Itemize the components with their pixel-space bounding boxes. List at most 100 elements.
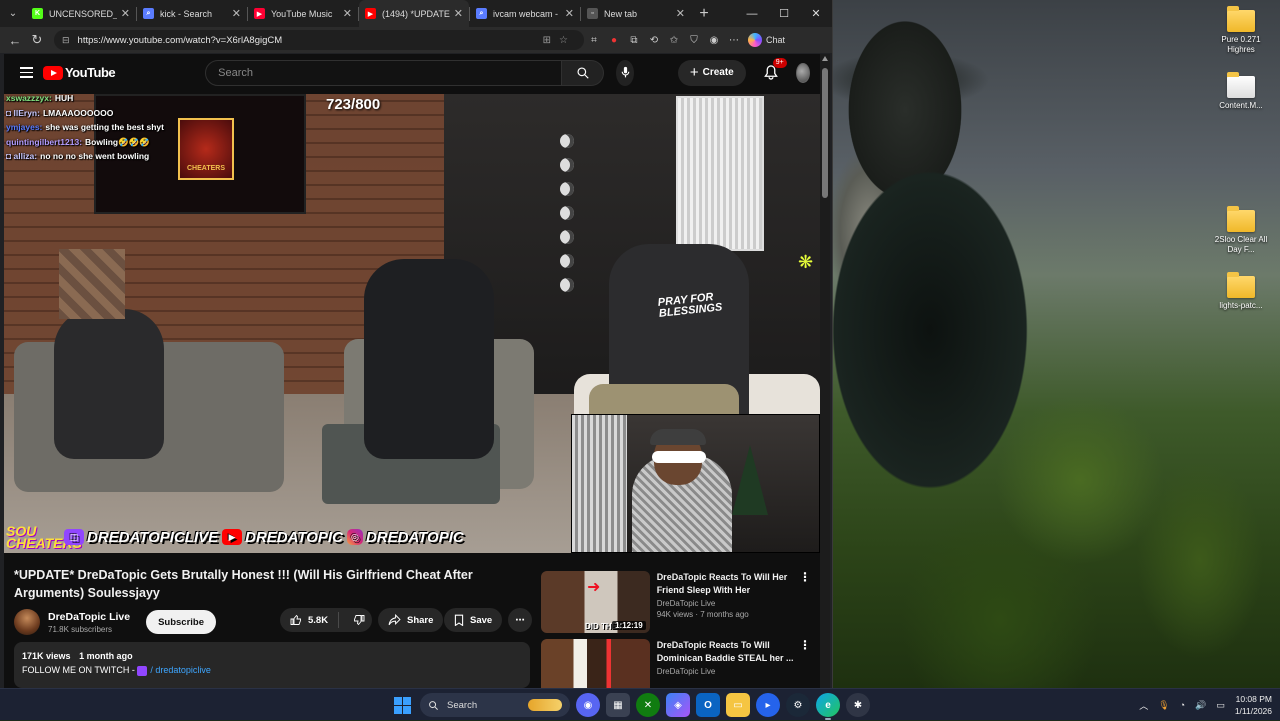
browser-tab[interactable]: ⌕ ivcam webcam - Sea ✕ [470,0,580,27]
favorites-icon[interactable]: ✩ [664,30,684,50]
chat-message: ◘ llEryn: LMAAAOOOOOO [6,106,166,121]
browser-tab[interactable]: ▶ YouTube Music ✕ [248,0,358,27]
maximize-icon[interactable]: ☐ [768,0,800,27]
collections-icon[interactable]: ⟲ [644,30,664,50]
tab-close-icon[interactable]: ✕ [565,7,574,20]
browser-tab[interactable]: ⌕ kick - Search ✕ [137,0,247,27]
taskbar-search[interactable]: Search [420,693,570,717]
tab-close-icon[interactable]: ✕ [343,7,352,20]
tab-close-icon[interactable]: ✕ [121,7,130,20]
page-scrollbar[interactable] [820,54,830,688]
back-button[interactable]: ← [4,29,26,51]
clock[interactable]: 10:08 PM 1/11/2026 [1235,693,1272,717]
site-info-icon[interactable]: ⊟ [62,35,70,46]
profile-icon[interactable]: ◉ [704,30,724,50]
folder-icon [1227,206,1255,232]
account-avatar[interactable] [795,62,810,83]
address-bar[interactable]: ⊟ https://www.youtube.com/watch?v=X6rlA8… [54,30,584,50]
browser-essentials-icon[interactable]: ⛉ [684,30,704,50]
browser-tab[interactable]: ▫ New tab ✕ [581,0,691,27]
recommended-video[interactable]: ➜ DID THEY... 1:12:19 DreDaTopic Reacts … [541,571,811,635]
desktop-icon-lights[interactable]: lights-patc... [1211,272,1271,311]
discord-icon[interactable]: ◉ [576,693,600,717]
scroll-up-icon[interactable] [822,56,828,61]
dislike-button[interactable] [345,614,373,626]
window-controls: — ☐ ✕ [736,0,832,27]
steam-icon[interactable]: ⚙ [786,693,810,717]
voice-search-button[interactable] [616,59,634,86]
channel-info: DreDaTopic Live 71.8K subscribers [48,611,130,634]
search-input[interactable] [205,59,563,86]
app-icon-blue[interactable]: ▸ [756,693,780,717]
desktop-icon-content[interactable]: Content.M... [1211,72,1271,111]
desktop-icon-label: Content.M... [1219,101,1263,110]
tab-label: ivcam webcam - Sea [493,8,561,19]
start-button[interactable] [390,693,414,717]
pip-christmas-tree [732,445,768,515]
desktop-icon-pure[interactable]: Pure 0.271 Highres [1211,6,1271,55]
video-thumbnail[interactable] [541,639,650,688]
minimize-icon[interactable]: — [736,0,768,27]
tab-close-icon[interactable]: ✕ [676,7,685,20]
close-icon[interactable]: ✕ [800,0,832,27]
wifi-icon[interactable]: ◔ [1180,700,1185,710]
youtube-logo[interactable]: YouTube [42,65,116,80]
recommended-title[interactable]: DreDaTopic Reacts To Will Her Friend Sle… [657,571,795,597]
share-button[interactable]: Share [378,608,444,632]
volume-icon[interactable]: 🔊 [1195,700,1206,711]
browser-tab[interactable]: ▶ (1494) *UPDATE ✕ [359,0,469,27]
more-vert-icon[interactable]: ⋮ [799,571,811,635]
battery-icon[interactable]: ▭ [1216,700,1225,711]
tab-list: K UNCENSORED_TV S ✕ ⌕ kick - Search ✕ ▶ YouTube… [26,0,691,27]
channel-name[interactable]: DreDaTopic Live [48,611,130,623]
tab-close-icon[interactable]: ✕ [454,7,463,20]
copilot-chat-button[interactable]: Chat [748,33,785,47]
microphone-icon[interactable]: 🎙 [1158,700,1169,711]
more-options-icon[interactable]: ⋯ [724,30,744,50]
video-player[interactable]: CHEATERS PRAY FOR BLESSINGS xswazzzyx: H… [4,94,820,553]
more-vert-icon[interactable]: ⋮ [799,639,811,688]
twitch-icon: ◫ [64,529,84,545]
settings-icon[interactable]: ✱ [846,693,870,717]
desktop-icon-2sloo[interactable]: 2Sloo Clear All Day F... [1211,206,1271,255]
twitch-link[interactable]: / dredatopiclive [137,665,211,676]
tab-close-icon[interactable]: ✕ [232,7,241,20]
extension-icon-2[interactable]: ● [604,30,624,50]
create-button[interactable]: + Create [677,59,746,86]
video-title: *UPDATE* DreDaTopic Gets Brutally Honest… [14,568,473,600]
microsoft365-icon[interactable]: ◈ [666,693,690,717]
video-thumbnail[interactable]: ➜ DID THEY... 1:12:19 [541,571,650,633]
tab-actions-menu[interactable]: ⌄ [0,0,26,27]
scrollbar-thumb[interactable] [822,68,828,198]
recommended-channel[interactable]: DreDaTopic Live [657,599,795,608]
new-tab-button[interactable]: + [691,5,717,23]
menu-icon[interactable] [14,59,35,87]
recommended-video[interactable]: DreDaTopic Reacts To Will Dominican Badd… [541,639,811,688]
refresh-button[interactable]: ↻ [26,29,48,51]
search-button[interactable] [562,59,605,86]
file-explorer-icon[interactable]: ▭ [726,693,750,717]
recommended-channel[interactable]: DreDaTopic Live [657,667,795,676]
favorite-star-icon[interactable]: ⊞☆ [543,35,576,46]
xbox-icon[interactable]: ✕ [636,693,660,717]
notifications-button[interactable]: 9+ [763,57,787,83]
more-actions-icon[interactable]: ⋯ [508,608,532,632]
recommended-title[interactable]: DreDaTopic Reacts To Will Dominican Badd… [657,639,795,665]
description-box[interactable]: 171K views 1 month ago FOLLOW ME ON TWIT… [14,642,530,688]
outlook-icon[interactable]: O [696,693,720,717]
browser-tab[interactable]: K UNCENSORED_TV S ✕ [26,0,136,27]
edge-icon[interactable]: e [816,693,840,720]
chat-username: xswazzzyx: [6,94,52,103]
like-button[interactable]: 5.8K [280,612,340,628]
chat-text: Bowling🤣🤣🤣 [85,136,150,147]
app-store-icon[interactable]: ▦ [606,693,630,717]
url-text: https://www.youtube.com/watch?v=X6rlA8gi… [77,34,283,46]
show-hidden-icons[interactable]: ︿ [1139,699,1148,712]
subscribe-button[interactable]: Subscribe [146,610,217,634]
save-button[interactable]: Save [444,608,503,632]
chat-text: LMAAAOOOOOO [42,107,114,118]
channel-avatar[interactable] [14,609,40,635]
extensions-icon[interactable]: ⧉ [624,30,644,50]
extension-icon-1[interactable]: ⌗ [584,30,604,50]
share-label: Share [407,614,434,626]
